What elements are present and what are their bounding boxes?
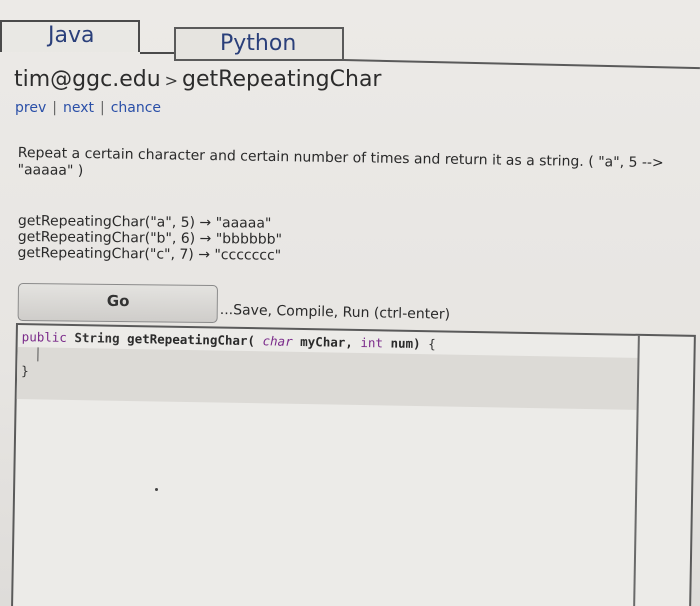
tab-python-label: Python [220,31,297,56]
next-link[interactable]: next [63,100,94,116]
stray-dot [155,488,158,491]
code-keyword-public: public [21,329,68,345]
nav-divider: | [99,100,105,116]
breadcrumb-separator: > [164,71,179,90]
chance-link[interactable]: chance [111,100,161,116]
problem-nav: prev | next | chance [15,100,161,116]
code-param-num: num) [390,335,421,352]
prev-link[interactable]: prev [15,100,46,116]
go-button-label: Go [106,291,130,311]
tab-divider-line-right [343,59,700,70]
nav-divider: | [52,100,57,116]
problem-description: Repeat a certain character and certain n… [17,145,664,180]
example-item: getRepeatingChar("c", 7) → "ccccccc" [17,244,282,264]
code-return-type: String [74,330,120,346]
code-open-brace: { [428,336,436,352]
tab-java-label: Java [48,23,95,48]
page-title: getRepeatingChar [182,67,382,92]
editor-active-line [16,347,638,410]
code-param-type-int: int [360,335,384,351]
breadcrumb: tim@ggc.edu > getRepeatingChar [14,67,381,92]
breadcrumb-user[interactable]: tim@ggc.edu [14,67,161,92]
code-editor[interactable]: public String getRepeatingChar( char myC… [10,323,696,606]
save-compile-run-hint: ...Save, Compile, Run (ctrl-enter) [219,302,451,323]
code-method-name: getRepeatingChar( [126,330,256,349]
code-param-type-char: char [262,333,293,349]
tab-divider-line [140,52,174,54]
examples-list: getRepeatingChar("a", 5) → "aaaaa" getRe… [17,213,282,264]
code-line-close[interactable]: } [21,363,29,378]
page: Java Python tim@ggc.edu > getRepeatingChar… [0,0,700,606]
tab-python[interactable]: Python [174,27,344,61]
tab-java[interactable]: Java [0,20,140,52]
code-param-mychar: myChar, [300,333,354,350]
go-button[interactable]: Go [17,283,218,324]
